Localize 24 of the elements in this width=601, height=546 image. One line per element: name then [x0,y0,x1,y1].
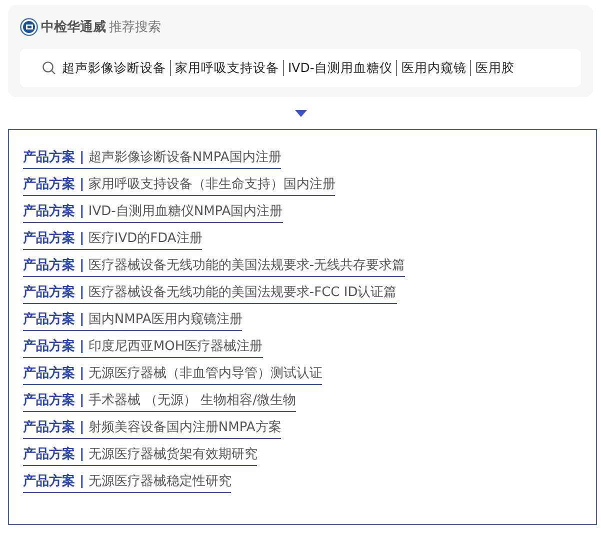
brand-name: 中检华通威 [41,19,106,36]
solution-link[interactable]: 产品方案 | IVD-自测用血糖仪NMPA国内注册 [23,202,283,223]
search-field[interactable]: 超声影像诊断设备 家用呼吸支持设备 IVD-自测用血糖仪 医用内窥镜 医用胶 [20,49,581,87]
dropdown-arrow-icon [294,110,306,117]
search-keyword[interactable]: 医用内窥镜 [401,60,466,76]
search-keyword[interactable]: IVD-自测用血糖仪 [288,60,392,76]
section-title: 推荐搜索 [109,19,161,36]
solution-link[interactable]: 产品方案 | 医疗器械设备无线功能的美国法规要求-无线共存要求篇 [23,256,406,277]
search-keyword[interactable]: 超声影像诊断设备 [62,60,166,76]
solution-link[interactable]: 产品方案 | 印度尼西亚MOH医疗器械注册 [23,337,263,358]
logo-icon [20,18,38,36]
solution-link[interactable]: 产品方案 | 超声影像诊断设备NMPA国内注册 [23,148,282,169]
search-keyword[interactable]: 医用胶 [475,60,514,76]
solution-link[interactable]: 产品方案 | 手术器械 （无源） 生物相容/微生物 [23,391,296,412]
solution-link[interactable]: 产品方案 | 无源医疗器械稳定性研究 [23,472,232,493]
solution-link[interactable]: 产品方案 | 无源医疗器械（非血管内导管）测试认证 [23,364,322,385]
solution-link[interactable]: 产品方案 | 射频美容设备国内注册NMPA方案 [23,418,282,439]
solution-link[interactable]: 产品方案 | 国内NMPA医用内窥镜注册 [23,310,242,331]
search-keyword[interactable]: 家用呼吸支持设备 [175,60,279,76]
search-icon [42,61,56,75]
solution-link[interactable]: 产品方案 | 家用呼吸支持设备（非生命支持）国内注册 [23,175,336,196]
solution-link[interactable]: 产品方案 | 医疗IVD的FDA注册 [23,229,202,250]
solution-link[interactable]: 产品方案 | 无源医疗器械货架有效期研究 [23,445,258,466]
solution-link[interactable]: 产品方案 | 医疗器械设备无线功能的美国法规要求-FCC ID认证篇 [23,283,397,304]
